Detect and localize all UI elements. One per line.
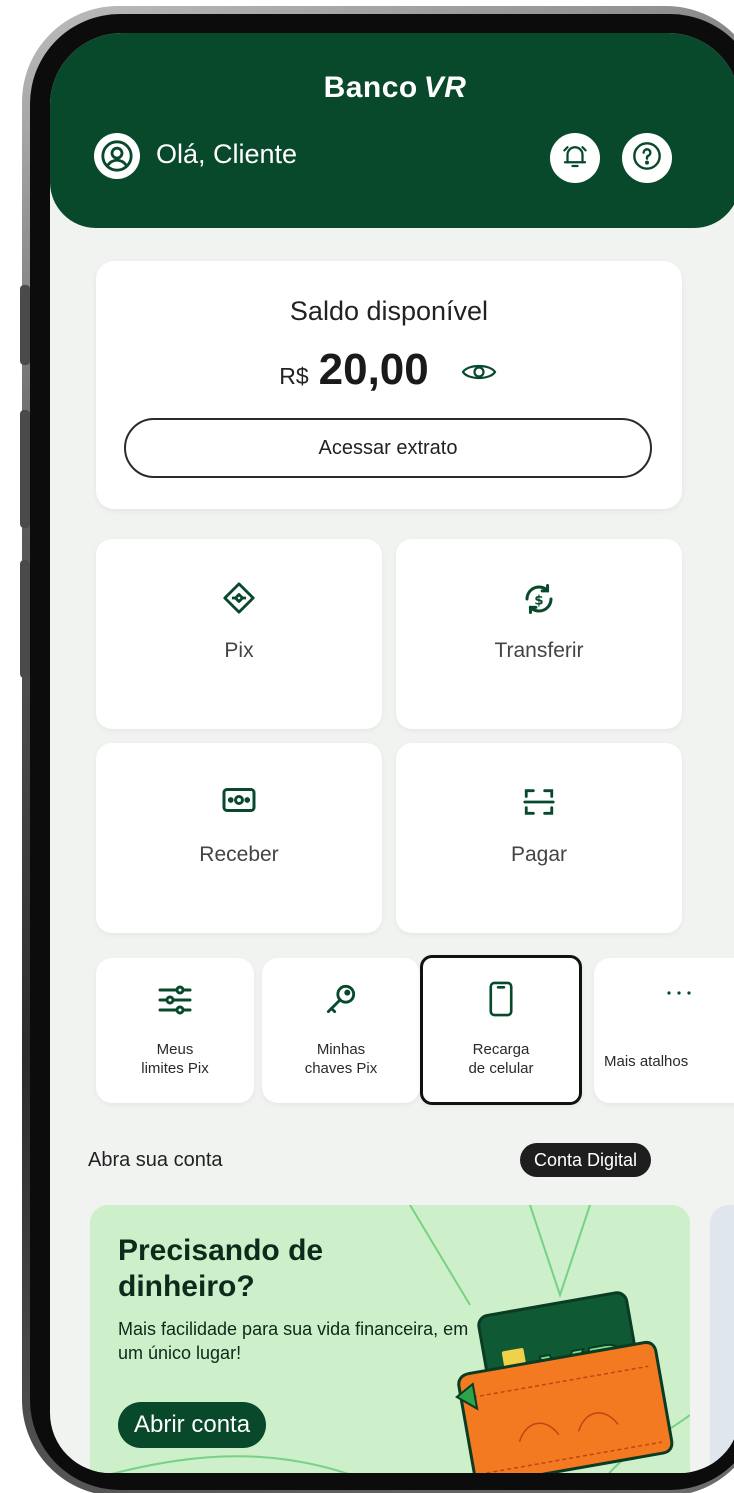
balance-card: Saldo disponível R$ 20,00 Acessar extrat… — [96, 261, 682, 509]
app-screen: Banco VR Olá, Cliente Saldo disponível R$… — [50, 33, 734, 1473]
bell-icon — [560, 141, 590, 176]
pix-tile[interactable]: Pix — [96, 539, 382, 729]
phone-side-button — [20, 560, 30, 678]
notifications-button[interactable] — [550, 133, 600, 183]
svg-text:$: $ — [534, 592, 543, 608]
help-button[interactable] — [622, 133, 672, 183]
pix-icon — [96, 581, 382, 615]
balance-title: Saldo disponível — [289, 296, 489, 326]
next-banner-preview[interactable] — [710, 1205, 734, 1473]
shortcut-more[interactable]: Mais atalhos — [594, 958, 734, 1103]
barcode-scan-icon — [396, 785, 682, 819]
brand-name: Banco — [323, 71, 418, 104]
receive-label: Receber — [199, 843, 279, 866]
shortcut-phone-recharge[interactable]: Recarga de celular — [420, 955, 582, 1105]
transfer-tile[interactable]: $ Transferir — [396, 539, 682, 729]
question-icon — [631, 140, 663, 177]
promo-text: Mais facilidade para sua vida financeira… — [118, 1319, 469, 1363]
wallet-illustration: VR — [450, 1283, 680, 1473]
sliders-icon — [96, 980, 254, 1020]
pay-label: Pagar — [510, 843, 568, 866]
receive-money-icon — [96, 785, 382, 815]
balance-row: R$ 20,00 — [96, 345, 682, 395]
key-icon — [262, 980, 420, 1018]
shortcut-phone-recharge-label: Recarga de celular — [468, 1041, 534, 1077]
phone-side-button — [20, 410, 30, 528]
phone-icon — [423, 980, 579, 1018]
shortcut-pix-limits[interactable]: Meus limites Pix — [96, 958, 254, 1103]
phone-side-button — [20, 285, 30, 365]
shortcut-more-label: Mais atalhos — [604, 1053, 689, 1070]
pix-label: Pix — [224, 639, 254, 662]
pay-tile[interactable]: Pagar — [396, 743, 682, 933]
app-header: Banco VR Olá, Cliente — [50, 33, 734, 228]
shortcut-pix-limits-label: Meus limites Pix — [141, 1041, 209, 1077]
transfer-icon: $ — [396, 581, 682, 617]
shortcut-pix-keys[interactable]: Minhas chaves Pix — [262, 958, 420, 1103]
digital-account-chip[interactable]: Conta Digital — [520, 1143, 652, 1177]
promo-banner[interactable]: VR Precisando de dinheiro? Mais facilida… — [90, 1205, 690, 1473]
more-icon — [594, 988, 734, 998]
balance-currency: R$ — [279, 363, 309, 389]
user-circle-icon[interactable] — [94, 133, 140, 179]
brand-logo: Banco VR — [50, 71, 734, 105]
balance-value: 20,00 — [318, 345, 429, 394]
section-title: Abra sua conta — [88, 1149, 223, 1171]
transfer-label: Transferir — [494, 639, 584, 662]
promo-title: Precisando de dinheiro? — [118, 1234, 324, 1303]
brand-mark: VR — [423, 71, 467, 104]
greeting-text: Olá, Cliente — [156, 139, 298, 169]
eye-icon[interactable] — [459, 358, 499, 386]
open-account-button[interactable]: Abrir conta — [118, 1402, 267, 1448]
statement-button[interactable]: Acessar extrato — [124, 418, 652, 478]
receive-tile[interactable]: Receber — [96, 743, 382, 933]
shortcut-pix-keys-label: Minhas chaves Pix — [304, 1041, 378, 1077]
